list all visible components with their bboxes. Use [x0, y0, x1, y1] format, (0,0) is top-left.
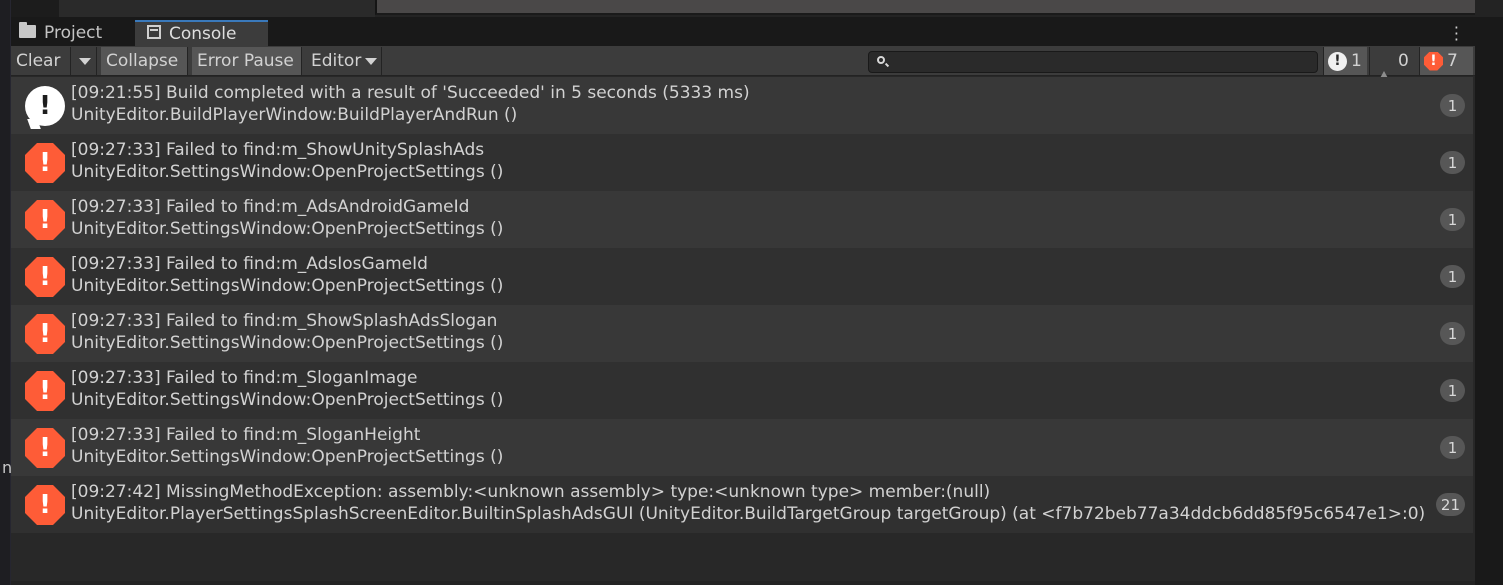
- log-entry[interactable]: ! [09:27:33] Failed to find:m_ShowUnityS…: [11, 134, 1473, 191]
- log-message: [09:27:33] Failed to find:m_ShowSplashAd…: [71, 311, 498, 331]
- log-stacktrace: UnityEditor.SettingsWindow:OpenProjectSe…: [71, 390, 504, 410]
- log-entry[interactable]: ! [09:27:33] Failed to find:m_SloganImag…: [11, 362, 1473, 419]
- more-options-icon[interactable]: · · ·: [1454, 20, 1459, 48]
- search-input[interactable]: [868, 51, 1318, 73]
- log-stacktrace: UnityEditor.SettingsWindow:OpenProjectSe…: [71, 447, 504, 467]
- log-stacktrace: UnityEditor.SettingsWindow:OpenProjectSe…: [71, 162, 504, 182]
- log-message: [09:27:33] Failed to find:m_ShowUnitySpl…: [71, 140, 485, 160]
- console-icon: [147, 24, 161, 44]
- log-stacktrace: UnityEditor.BuildPlayerWindow:BuildPlaye…: [71, 105, 518, 125]
- info-icon: !: [1328, 51, 1347, 71]
- error-icon: !: [25, 143, 65, 183]
- log-entry[interactable]: ! [09:27:33] Failed to find:m_ShowSplash…: [11, 305, 1473, 362]
- log-entry[interactable]: ! [09:27:42] MissingMethodException: ass…: [11, 476, 1473, 533]
- log-count-badge: 1: [1440, 436, 1465, 459]
- clear-button[interactable]: Clear: [11, 47, 71, 75]
- warning-count: 0: [1398, 51, 1409, 71]
- scene-view-edge: [375, 0, 1475, 15]
- error-filter-toggle[interactable]: ! 7: [1419, 47, 1473, 75]
- log-entry[interactable]: ! [09:27:33] Failed to find:m_AdsIosGame…: [11, 248, 1473, 305]
- log-count-badge: 1: [1440, 151, 1465, 174]
- right-panel-edge: [1475, 17, 1503, 585]
- log-count-badge: 21: [1435, 493, 1465, 516]
- log-entry[interactable]: ! [09:27:33] Failed to find:m_SloganHeig…: [11, 419, 1473, 476]
- editor-dropdown-label: Editor: [311, 51, 362, 71]
- chevron-down-icon: [78, 57, 91, 65]
- tab-project-label: Project: [44, 23, 103, 43]
- log-entry[interactable]: ! [09:27:33] Failed to find:m_AdsAndroid…: [11, 191, 1473, 248]
- search-icon: [877, 56, 885, 64]
- log-message: [09:27:42] MissingMethodException: assem…: [71, 482, 991, 502]
- log-count-badge: 1: [1440, 322, 1465, 345]
- upper-panel-left: [11, 0, 59, 17]
- error-pause-toggle-label: Error Pause: [197, 51, 294, 71]
- log-stacktrace: UnityEditor.SettingsWindow:OpenProjectSe…: [71, 333, 504, 353]
- console-toolbar: Clear Collapse Error Pause Editor ! 1 ! …: [11, 46, 1475, 89]
- log-message: [09:27:33] Failed to find:m_AdsIosGameId: [71, 254, 428, 274]
- error-icon: !: [25, 485, 65, 525]
- left-panel-edge: n: [0, 0, 12, 585]
- error-pause-toggle[interactable]: Error Pause: [192, 47, 302, 75]
- log-message: [09:27:33] Failed to find:m_SloganHeight: [71, 425, 421, 445]
- console-bottom-border: [11, 581, 1475, 585]
- log-list: ! [09:21:55] Build completed with a resu…: [11, 77, 1473, 533]
- tab-bar: Project Console · · ·: [11, 17, 1475, 48]
- folder-icon: [19, 22, 36, 43]
- chevron-down-icon: [365, 57, 378, 65]
- log-stacktrace: UnityEditor.PlayerSettingsSplashScreenEd…: [71, 504, 1426, 524]
- clear-options-dropdown[interactable]: [73, 47, 97, 75]
- info-filter-toggle[interactable]: ! 1: [1323, 47, 1367, 75]
- warning-icon: !: [1371, 51, 1394, 89]
- console-window: Project Console · · · Clear Collapse Error…: [11, 17, 1475, 585]
- log-count-badge: 1: [1440, 265, 1465, 288]
- info-icon: !: [25, 86, 65, 126]
- log-entry[interactable]: ! [09:21:55] Build completed with a resu…: [11, 77, 1473, 134]
- collapse-toggle-label: Collapse: [106, 51, 179, 71]
- log-stacktrace: UnityEditor.SettingsWindow:OpenProjectSe…: [71, 276, 504, 296]
- upper-panels: [11, 0, 1503, 17]
- upper-panel-middle: [59, 0, 375, 17]
- log-count-badge: 1: [1440, 208, 1465, 231]
- log-stacktrace: UnityEditor.SettingsWindow:OpenProjectSe…: [71, 219, 504, 239]
- error-icon: !: [25, 314, 65, 354]
- clear-button-label: Clear: [16, 51, 61, 71]
- log-count-badge: 1: [1440, 379, 1465, 402]
- error-icon: !: [25, 200, 65, 240]
- error-icon: !: [1424, 51, 1443, 71]
- collapse-toggle[interactable]: Collapse: [101, 47, 188, 75]
- log-message: [09:27:33] Failed to find:m_SloganImage: [71, 368, 418, 388]
- tab-console[interactable]: Console: [135, 20, 268, 46]
- error-count: 7: [1447, 51, 1458, 71]
- log-count-badge: 1: [1440, 94, 1465, 117]
- error-icon: !: [25, 371, 65, 411]
- log-message: [09:27:33] Failed to find:m_AdsAndroidGa…: [71, 197, 470, 217]
- unity-editor: n Project Console · · · Clear Collapse E…: [0, 0, 1503, 585]
- info-count: 1: [1351, 51, 1362, 71]
- log-message: [09:21:55] Build completed with a result…: [71, 83, 750, 103]
- error-icon: !: [25, 257, 65, 297]
- warning-filter-toggle[interactable]: ! 0: [1369, 47, 1417, 89]
- editor-dropdown[interactable]: Editor: [306, 47, 382, 75]
- tab-project[interactable]: Project: [19, 20, 102, 46]
- error-icon: !: [25, 428, 65, 468]
- tab-console-label: Console: [169, 24, 237, 44]
